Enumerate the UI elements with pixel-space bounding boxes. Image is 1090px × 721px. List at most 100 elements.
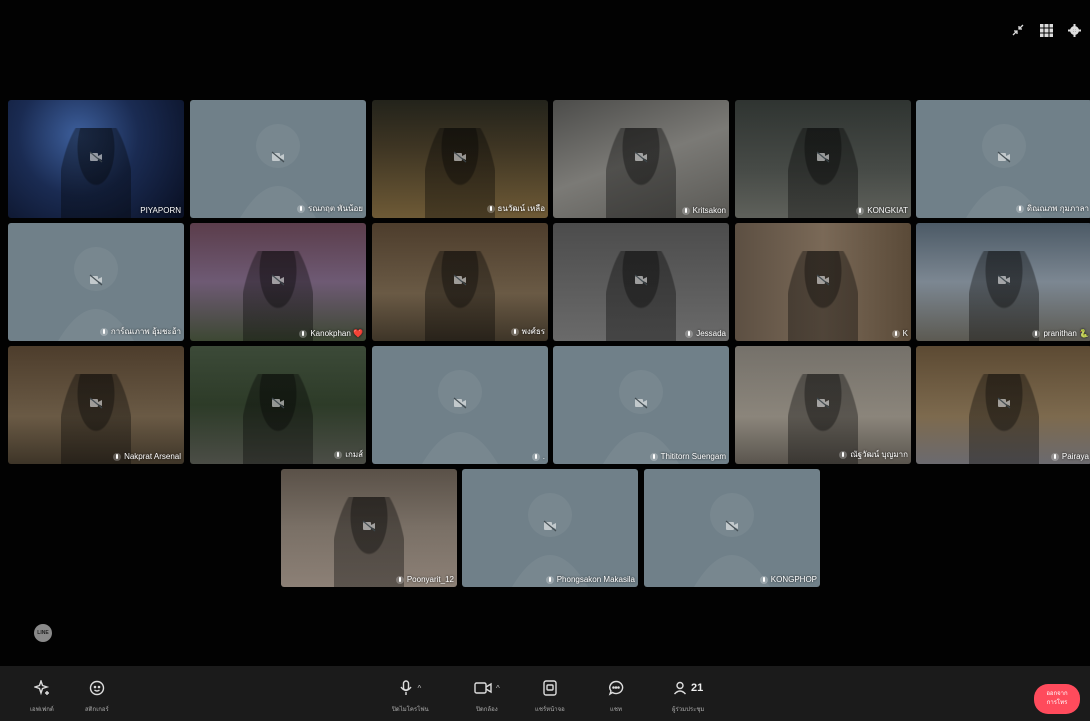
avatar-silhouette-icon	[512, 493, 588, 587]
participant-name: Phongsakon Makasila	[556, 575, 635, 584]
participant-tile[interactable]: Phongsakon Makasila	[462, 469, 638, 587]
participant-name-label: รณภฤต พันน้อย	[297, 202, 363, 215]
video-feed	[61, 374, 131, 464]
participant-tile[interactable]: Nakprat Arsenal	[8, 346, 184, 464]
participant-name-label: Phongsakon Makasila	[545, 575, 635, 584]
chevron-up-icon[interactable]: ^	[417, 684, 421, 693]
leave-call-button[interactable]: ออกจาก การโทร	[1034, 684, 1080, 714]
video-feed	[606, 128, 676, 218]
stickers-button[interactable]: สติกเกอร์	[85, 678, 109, 714]
microphone-icon	[334, 450, 343, 459]
avatar-silhouette-icon	[422, 370, 498, 464]
avatar-silhouette-icon	[603, 370, 679, 464]
microphone-icon	[486, 204, 495, 213]
participant-tile[interactable]: ณัฐวัฒน์ บุญมาก	[735, 346, 911, 464]
camera-off-icon	[543, 520, 557, 532]
microphone-icon	[1050, 452, 1059, 461]
participant-tile[interactable]: PIYAPORN	[8, 100, 184, 218]
participants-button[interactable]: 21 ผู้ร่วมประชุม	[672, 678, 704, 714]
participant-tile[interactable]: pranithan 🐍	[916, 223, 1090, 341]
participant-name-label: KONGPHOP	[759, 575, 817, 584]
mic-button[interactable]: ^ ปิดไมโครโฟน	[392, 678, 429, 714]
video-grid-area: PIYAPORN รณภฤต พันน้อย ธนวัฒน์ เหลือ Kritsa…	[0, 0, 1090, 666]
participant-tile[interactable]: ดิณณภพ กุมภาลา	[916, 100, 1090, 218]
participant-tile[interactable]: รณภฤต พันน้อย	[190, 100, 366, 218]
microphone-icon	[299, 329, 308, 338]
microphone-icon	[113, 452, 122, 461]
video-feed	[969, 374, 1039, 464]
participant-name-label: การ์ณเภาพ อุ้มชะอ้า	[99, 325, 181, 338]
microphone-icon	[531, 452, 540, 461]
camera-off-icon	[271, 151, 285, 163]
chat-button[interactable]: แชท	[608, 678, 624, 714]
video-feed	[61, 128, 131, 218]
minimize-icon[interactable]	[1010, 22, 1026, 38]
participant-name-label: ณัฐวัฒน์ บุญมาก	[839, 448, 908, 461]
microphone-icon	[839, 450, 848, 459]
microphone-icon	[685, 329, 694, 338]
leave-label-line-1: ออกจาก	[1046, 691, 1068, 697]
participant-name-label: K	[891, 329, 908, 338]
microphone-icon	[759, 575, 768, 584]
camera-off-icon	[453, 151, 467, 163]
participant-tile[interactable]: การ์ณเภาพ อุ้มชะอ้า	[8, 223, 184, 341]
participant-tile[interactable]: Poonyarit_12	[281, 469, 457, 587]
camera-off-icon	[271, 397, 285, 409]
share-screen-button[interactable]: แชร์หน้าจอ	[535, 678, 565, 714]
participants-label: ผู้ร่วมประชุม	[672, 707, 705, 713]
participant-tile[interactable]: Kanokphan ❤️	[190, 223, 366, 341]
video-feed	[425, 128, 495, 218]
camera-off-icon	[816, 274, 830, 286]
participant-tile[interactable]: Jessada	[553, 223, 729, 341]
chevron-up-icon[interactable]: ^	[496, 684, 500, 693]
microphone-icon	[856, 206, 865, 215]
camera-button[interactable]: ^ ปิดกล้อง	[474, 678, 500, 714]
participant-tile[interactable]: ธนวัฒน์ เหลือ	[372, 100, 548, 218]
participant-tile[interactable]: Pairaya	[916, 346, 1090, 464]
participant-tile[interactable]: .	[372, 346, 548, 464]
participant-tile[interactable]: เกมส์	[190, 346, 366, 464]
participant-tile[interactable]: KONGKIAT	[735, 100, 911, 218]
effects-button[interactable]: เอฟเฟกต์	[30, 678, 54, 714]
stickers-label: สติกเกอร์	[85, 707, 109, 713]
participant-name-label: Kanokphan ❤️	[299, 329, 363, 338]
participant-name-label: PIYAPORN	[140, 206, 181, 215]
video-feed	[334, 497, 404, 587]
participant-tile[interactable]: KONGPHOP	[644, 469, 820, 587]
participant-name: Jessada	[696, 329, 726, 338]
participant-name-label: ธนวัฒน์ เหลือ	[486, 202, 545, 215]
participant-name: Pairaya	[1061, 452, 1089, 461]
grid-view-icon[interactable]	[1038, 22, 1054, 38]
camera-off-icon	[997, 397, 1011, 409]
participant-name: K	[902, 329, 908, 338]
camera-off-icon	[725, 520, 739, 532]
participant-name-label: .	[531, 452, 545, 461]
participant-tile[interactable]: Kritsakon	[553, 100, 729, 218]
camera-off-icon	[816, 397, 830, 409]
camera-off-icon	[453, 397, 467, 409]
participant-name: KONGKIAT	[867, 206, 908, 215]
microphone-icon	[1015, 204, 1024, 213]
avatar-silhouette-icon	[694, 493, 770, 587]
participant-tile[interactable]: Thititorn Suengam	[553, 346, 729, 464]
video-camera-icon	[474, 682, 492, 694]
microphone-icon	[400, 680, 413, 695]
participant-tile[interactable]: พงศ์ธร	[372, 223, 548, 341]
microphone-icon	[1032, 329, 1041, 338]
video-feed	[969, 251, 1039, 341]
participant-name-label: Poonyarit_12	[395, 575, 454, 584]
bottom-toolbar: เอฟเฟกต์ สติกเกอร์ ^ ปิดไมโครโฟน ^ ปิดกล…	[0, 666, 1090, 721]
participant-name: ดิณณภพ กุมภาลา	[1026, 204, 1089, 213]
chat-bubble-icon	[608, 678, 624, 698]
participant-name-label: พงศ์ธร	[510, 325, 545, 338]
video-feed	[606, 251, 676, 341]
participant-tile[interactable]: K	[735, 223, 911, 341]
smile-icon	[89, 678, 105, 698]
camera-off-icon	[453, 274, 467, 286]
effects-label: เอฟเฟกต์	[30, 707, 54, 713]
settings-icon[interactable]	[1066, 22, 1082, 38]
participant-name-label: ดิณณภพ กุมภาลา	[1015, 202, 1089, 215]
share-screen-icon	[542, 678, 558, 698]
participant-name: Kritsakon	[692, 206, 726, 215]
participant-name: PIYAPORN	[140, 206, 181, 215]
